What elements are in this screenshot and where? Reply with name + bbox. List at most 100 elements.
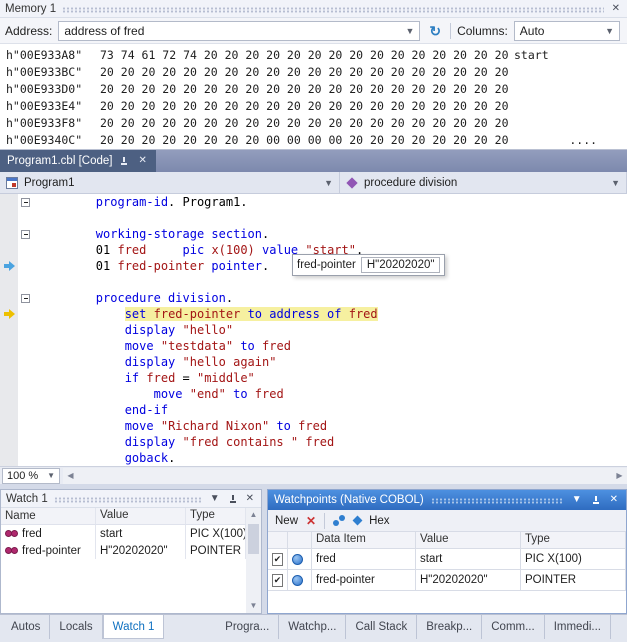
bottom-tab-breakp[interactable]: Breakp... — [417, 615, 482, 639]
code-line — [0, 274, 627, 290]
bottom-tab-autos[interactable]: Autos — [2, 615, 50, 639]
memory-title: Memory 1 — [5, 3, 56, 15]
delete-watchpoint-icon[interactable]: ✕ — [306, 515, 316, 527]
pin-icon[interactable] — [119, 156, 129, 166]
refresh-icon[interactable]: ↻ — [426, 24, 444, 38]
window-menu-icon[interactable]: ▼ — [208, 494, 222, 504]
pin-icon[interactable] — [591, 495, 601, 505]
fold-toggle-icon[interactable] — [18, 194, 32, 210]
watch-rows: fredstartPIC X(100)fred-pointerH"2020202… — [1, 525, 261, 559]
fold-toggle-icon[interactable] — [18, 226, 32, 242]
vertical-scrollbar[interactable]: ▲ ▼ — [246, 508, 261, 613]
breakpoint-margin[interactable] — [0, 322, 18, 338]
breakpoint-margin[interactable] — [0, 354, 18, 370]
code-line: working-storage section. — [0, 226, 627, 242]
watchpoints-close-icon[interactable]: ✕ — [608, 495, 620, 505]
new-watchpoint-button[interactable]: New — [275, 515, 298, 527]
watchpoint-checkbox[interactable]: ✔ — [272, 574, 283, 587]
watchpoint-checkbox[interactable]: ✔ — [272, 553, 283, 566]
watch-value: start — [100, 528, 122, 540]
fold-toggle-icon[interactable] — [18, 290, 32, 306]
toolbar-separator — [450, 23, 451, 39]
memory-titlebar[interactable]: Memory 1 ✕ — [0, 0, 627, 18]
bottom-tab-watch-1[interactable]: Watch 1 — [103, 615, 165, 639]
column-header-type[interactable]: Type — [186, 508, 246, 524]
watchpoints-titlebar[interactable]: Watchpoints (Native COBOL) ▼ ✕ — [268, 490, 626, 510]
scrollbar-thumb[interactable] — [248, 524, 259, 554]
breakpoint-margin[interactable] — [0, 210, 18, 226]
tab-program1-cbl[interactable]: Program1.cbl [Code] ✕ — [0, 150, 156, 172]
pin-icon[interactable] — [228, 494, 238, 504]
chevron-down-icon[interactable]: ▼ — [603, 178, 620, 188]
zoom-dropdown[interactable]: 100 % ▼ — [2, 468, 60, 484]
bottom-tab-locals[interactable]: Locals — [50, 615, 102, 639]
bottom-tab-call-stack[interactable]: Call Stack — [346, 615, 417, 639]
scroll-left-icon[interactable]: ◀ — [63, 468, 78, 484]
memory-close-icon[interactable]: ✕ — [610, 4, 622, 14]
memory-toolbar: Address: address of fred ▼ ↻ Columns: Au… — [0, 18, 627, 44]
column-header-value[interactable]: Value — [416, 532, 521, 548]
column-header-data-item[interactable]: Data Item — [312, 532, 416, 548]
bottom-tab-immedi[interactable]: Immedi... — [545, 615, 611, 639]
breakpoint-margin[interactable] — [0, 434, 18, 450]
column-header-type[interactable]: Type — [521, 532, 626, 548]
chevron-down-icon[interactable]: ▼ — [599, 26, 614, 36]
memory-ascii — [514, 64, 627, 81]
tab-close-icon[interactable]: ✕ — [136, 156, 148, 166]
breakpoint-margin[interactable] — [0, 418, 18, 434]
scrollbar-track[interactable] — [246, 522, 261, 599]
datatip-value[interactable]: H"20202020" — [361, 257, 441, 273]
chevron-down-icon[interactable]: ▼ — [316, 178, 333, 188]
watch-row[interactable]: fred-pointerH"20202020"POINTER — [1, 542, 246, 559]
watch-titlebar[interactable]: Watch 1 ▼ ✕ — [1, 490, 261, 508]
breakpoint-margin[interactable] — [0, 226, 18, 242]
window-menu-icon[interactable]: ▼ — [570, 495, 584, 505]
bottom-tab-comm[interactable]: Comm... — [482, 615, 544, 639]
breakpoint-margin[interactable] — [0, 242, 18, 258]
scrollbar-track[interactable] — [78, 468, 612, 484]
code-line: if fred = "middle" — [0, 370, 627, 386]
address-combo[interactable]: address of fred ▼ — [58, 21, 420, 41]
columns-combo[interactable]: Auto ▼ — [514, 21, 620, 41]
memory-ascii — [514, 115, 627, 132]
disable-watchpoints-icon[interactable] — [333, 515, 346, 527]
yellow-arrow-icon[interactable] — [0, 306, 18, 322]
chevron-down-icon[interactable]: ▼ — [399, 26, 414, 36]
breakpoint-margin[interactable] — [0, 274, 18, 290]
watch-row[interactable]: fredstartPIC X(100) — [1, 525, 246, 542]
chevron-down-icon[interactable]: ▼ — [47, 471, 55, 480]
watch-column-headers: Name Value Type — [1, 508, 246, 525]
column-header-name[interactable]: Name — [1, 508, 96, 524]
watchpoint-row[interactable]: ✔fredstartPIC X(100) — [268, 549, 626, 570]
column-header-value[interactable]: Value — [96, 508, 186, 524]
memory-address: h"00E933A8" — [6, 47, 100, 64]
hex-toggle-button[interactable]: Hex — [369, 515, 389, 527]
memory-grid[interactable]: h"00E933A8"73 74 61 72 74 20 20 20 20 20… — [0, 44, 627, 149]
watchpoint-action-icon[interactable] — [353, 516, 363, 526]
watchpoint-row[interactable]: ✔fred-pointerH"20202020"POINTER — [268, 570, 626, 591]
scope-dropdown[interactable]: Program1 ▼ — [0, 172, 340, 193]
breakpoint-margin[interactable] — [0, 386, 18, 402]
tool-window-tabbar: AutosLocalsWatch 1 Progra...Watchp...Cal… — [0, 614, 627, 642]
scroll-down-icon[interactable]: ▼ — [250, 599, 258, 613]
breakpoint-margin[interactable] — [0, 338, 18, 354]
breakpoint-margin[interactable] — [0, 194, 18, 210]
vs-window: Memory 1 ✕ Address: address of fred ▼ ↻ … — [0, 0, 627, 642]
code-editor[interactable]: program-id. Program1. working-storage se… — [0, 194, 627, 466]
breakpoint-margin[interactable] — [0, 290, 18, 306]
scroll-up-icon[interactable]: ▲ — [250, 508, 258, 522]
horizontal-scrollbar[interactable]: ◀ ▶ — [63, 468, 627, 484]
breakpoint-margin[interactable] — [0, 402, 18, 418]
watch-close-icon[interactable]: ✕ — [244, 494, 256, 504]
blue-arrow-icon[interactable] — [0, 258, 18, 274]
bottom-tab-watchp[interactable]: Watchp... — [279, 615, 346, 639]
breakpoint-margin[interactable] — [0, 450, 18, 466]
memory-panel: Memory 1 ✕ Address: address of fred ▼ ↻ … — [0, 0, 627, 150]
breakpoint-margin[interactable] — [0, 370, 18, 386]
fold-margin — [18, 322, 32, 338]
member-dropdown[interactable]: procedure division ▼ — [340, 172, 627, 193]
fold-margin — [18, 370, 32, 386]
scroll-right-icon[interactable]: ▶ — [612, 468, 627, 484]
bottom-tab-progra[interactable]: Progra... — [216, 615, 279, 639]
code-line — [0, 210, 627, 226]
